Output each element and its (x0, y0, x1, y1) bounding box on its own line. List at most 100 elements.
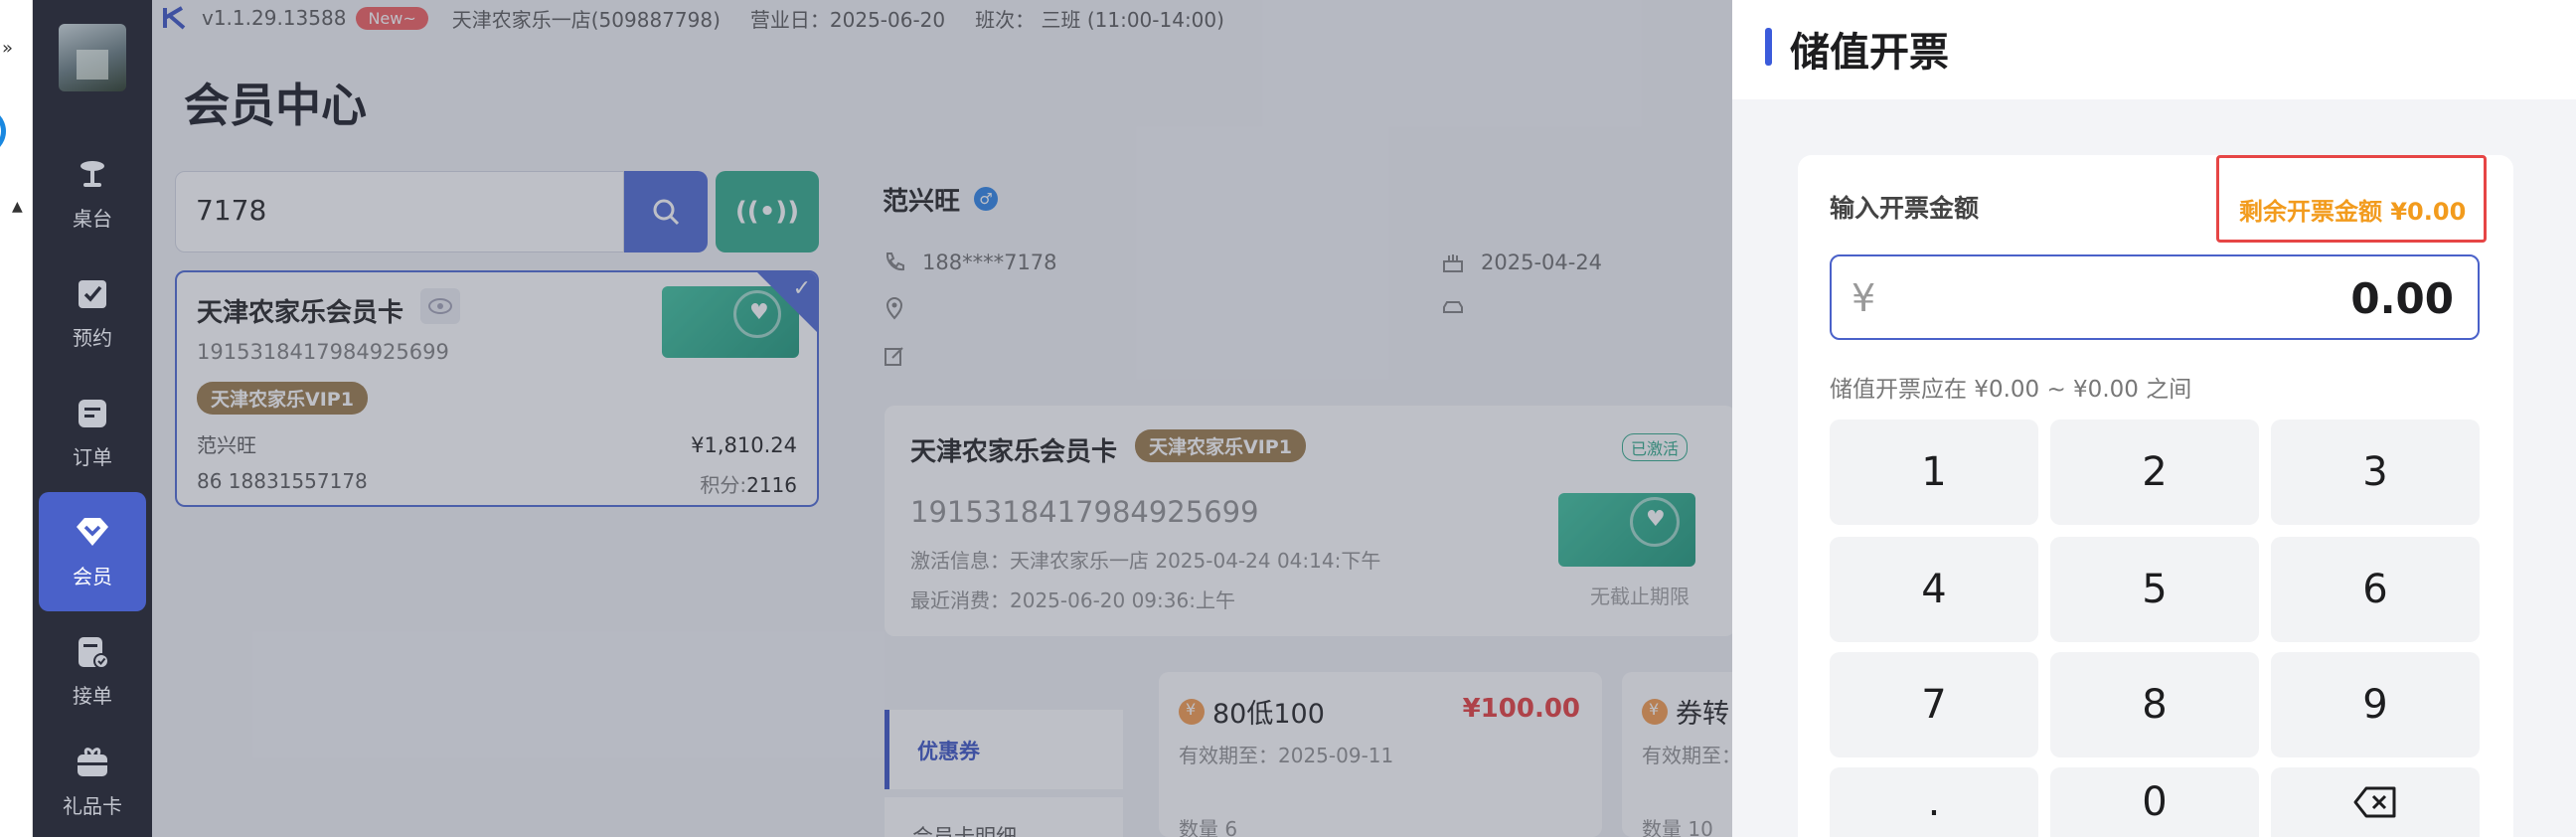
key-7[interactable]: 7 (1830, 652, 2038, 757)
currency-symbol: ¥ (1852, 276, 1876, 320)
coupon-price: ¥100.00 (1462, 694, 1580, 724)
sidebar-item-accept-orders[interactable]: 接单 (38, 611, 147, 731)
holder-name: 范兴旺 (197, 433, 256, 457)
coin-icon (1642, 698, 1668, 725)
chevron-right-icon[interactable]: » (2, 38, 13, 59)
new-badge[interactable]: New~ (356, 6, 428, 30)
nfc-read-button[interactable]: ((•)) (716, 171, 819, 252)
coupon-title: 券转 (1642, 692, 1729, 731)
search-icon (653, 199, 680, 226)
sidebar-item-reservations[interactable]: 预约 (38, 253, 147, 373)
holder-phone: 86 18831557178 (197, 469, 368, 493)
member-card-detail: 天津农家乐会员卡 天津农家乐VIP1 已激活 19153184179849256… (885, 406, 1735, 636)
card-name: 天津农家乐会员卡 (197, 298, 404, 328)
detail-tabs: 优惠券 会员卡明细 (885, 672, 1123, 837)
title-accent (1765, 28, 1772, 66)
key-9[interactable]: 9 (2271, 652, 2480, 757)
browser-logo-icon (0, 107, 6, 155)
detail-card-number: 1915318417984925699 (910, 495, 1259, 529)
reservation-icon (79, 279, 106, 308)
sidebar-item-gift-cards[interactable]: 礼品卡 (38, 726, 147, 837)
key-6[interactable]: 6 (2271, 537, 2480, 642)
key-1[interactable]: 1 (1830, 419, 2038, 525)
coupon-validity: 有效期至：2025-09-11 (1179, 744, 1394, 767)
phone-row: 188****7178 (883, 251, 1057, 274)
backspace-icon (2353, 786, 2396, 818)
eye-icon[interactable] (420, 288, 460, 324)
backspace-key[interactable] (2271, 767, 2480, 837)
coupon-quantity: 数量 6 (1179, 817, 1238, 837)
key-3[interactable]: 3 (2271, 419, 2480, 525)
key-4[interactable]: 4 (1830, 537, 2038, 642)
edit-icon[interactable] (883, 344, 906, 368)
cake-icon (1443, 254, 1463, 272)
search-button[interactable] (624, 171, 708, 252)
sidebar-item-label: 桌台 (73, 206, 112, 231)
browser-strip: » ▲ (0, 0, 33, 837)
location-icon (886, 297, 903, 320)
last-spend: 最近消费：2025-06-20 09:36:上午 (910, 588, 1235, 612)
member-name: 范兴旺 (883, 187, 961, 217)
expiry-text: 无截止期限 (1590, 585, 1690, 608)
member-card-result[interactable]: 天津农家乐会员卡 1915318417984925699 天津农家乐VIP1 范… (175, 270, 819, 507)
card-points: 积分:2116 (700, 473, 797, 497)
sidebar-item-members[interactable]: 会员 (39, 492, 146, 611)
key-2[interactable]: 2 (2050, 419, 2259, 525)
store-name: 天津农家乐一店(509887798) (451, 7, 721, 32)
tab-card-history[interactable]: 会员卡明细 (885, 797, 1123, 837)
tab-coupons[interactable]: 优惠券 (885, 710, 1123, 789)
top-status-bar: v1.1.29.13588 New~ 天津农家乐一店(509887798) 营业… (152, 0, 1732, 36)
sidebar-item-label: 订单 (73, 444, 112, 469)
accept-order-icon (79, 636, 109, 669)
app-version: v1.1.29.13588 (202, 6, 347, 30)
panel-title: 储值开票 (1790, 30, 1949, 76)
key-5[interactable]: 5 (2050, 537, 2259, 642)
amount-input[interactable]: ¥ 0.00 (1830, 254, 2480, 340)
sidebar-item-label: 礼品卡 (63, 793, 122, 818)
check-icon: ✓ (792, 276, 811, 301)
heart-icon: ♥ (1646, 507, 1666, 532)
address-row (883, 296, 922, 320)
card-balance: ¥1,810.24 (691, 433, 797, 457)
male-icon: ♂ (974, 187, 998, 211)
sidebar: 桌台 预约 订单 会员 接单 礼品卡 (33, 0, 152, 837)
detail-card-image: ♥ (1558, 493, 1695, 567)
remark-row[interactable] (883, 344, 922, 368)
sidebar-item-orders[interactable]: 订单 (38, 373, 147, 492)
member-birthday: 2025-04-24 (1481, 251, 1603, 274)
key-0[interactable]: 0 (2050, 767, 2259, 837)
coupon-title: 80低100 (1179, 692, 1325, 731)
amount-hint: 储值开票应在 ¥0.00 ~ ¥0.00 之间 (1830, 377, 2192, 403)
phone-icon (886, 252, 904, 271)
coupon-card[interactable]: 80低100 ¥100.00 有效期至：2025-09-11 数量 6 (1159, 672, 1602, 837)
car-icon (1443, 301, 1463, 313)
birthday-row: 2025-04-24 (1441, 251, 1602, 274)
business-day: 营业日：2025-06-20 (749, 7, 946, 32)
coupon-validity: 有效期至： (1642, 744, 1741, 767)
amount-label: 输入开票金额 (1830, 194, 1980, 223)
sidebar-item-tables[interactable]: 桌台 (38, 134, 147, 253)
remaining-amount: 剩余开票金额 ¥0.00 (2216, 155, 2487, 243)
member-icon (77, 517, 108, 546)
car-row (1441, 296, 1481, 320)
sidebar-item-label: 预约 (73, 325, 112, 350)
panel-header: 储值开票 (1732, 0, 2576, 99)
table-icon (80, 160, 104, 187)
coupon-quantity: 数量 10 (1642, 817, 1713, 837)
sidebar-item-label: 接单 (73, 683, 112, 708)
order-icon (79, 399, 106, 427)
search-input[interactable]: 7178 (175, 171, 624, 252)
status-badge: 已激活 (1621, 433, 1688, 461)
detail-card-title: 天津农家乐会员卡 (910, 437, 1118, 467)
app-logo-icon (163, 6, 186, 30)
key-dot[interactable]: . (1830, 767, 2038, 837)
coin-icon (1179, 698, 1205, 725)
detail-level-badge: 天津农家乐VIP1 (1135, 429, 1306, 462)
page-title: 会员中心 (184, 79, 367, 132)
caret-up-icon[interactable]: ▲ (12, 199, 23, 215)
sidebar-item-label: 会员 (73, 564, 112, 588)
activation-info: 激活信息：天津农家乐一店 2025-04-24 04:14:下午 (910, 549, 1381, 573)
key-8[interactable]: 8 (2050, 652, 2259, 757)
avatar[interactable] (59, 24, 126, 91)
member-phone: 188****7178 (922, 251, 1057, 274)
